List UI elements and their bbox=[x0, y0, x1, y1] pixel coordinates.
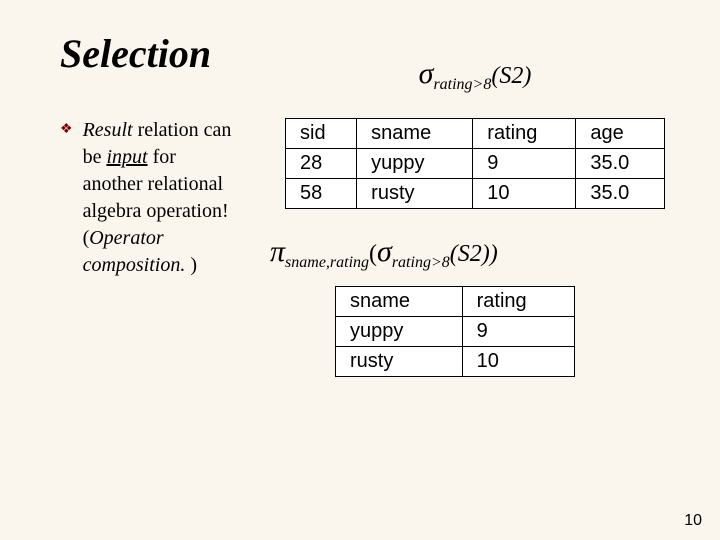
right-column: σrating>8(S2) sid sname rating age 28 yu… bbox=[270, 107, 680, 395]
slide-title: Selection bbox=[60, 30, 680, 77]
word-result: Result bbox=[83, 119, 133, 141]
cell: 28 bbox=[286, 148, 357, 178]
formula1-arg: (S2) bbox=[491, 63, 531, 89]
diamond-bullet-icon: ❖ bbox=[60, 121, 73, 138]
result-table-1: sid sname rating age 28 yuppy 9 35.0 58 … bbox=[285, 118, 665, 209]
table-row: sid sname rating age bbox=[286, 118, 665, 148]
phrase-operator-composition: Operator composition. bbox=[83, 227, 186, 276]
cell: 58 bbox=[286, 178, 357, 208]
bullet-frag-6: ) bbox=[185, 254, 197, 276]
bullet-item: ❖ Result relation can be input for anoth… bbox=[60, 117, 240, 279]
bullet-text: Result relation can be input for another… bbox=[83, 117, 240, 279]
cell: 35.0 bbox=[576, 148, 665, 178]
formula2-arg: (S2)) bbox=[450, 241, 498, 267]
cell: 35.0 bbox=[576, 178, 665, 208]
content-row: ❖ Result relation can be input for anoth… bbox=[60, 107, 680, 395]
cell: 9 bbox=[462, 316, 574, 346]
page-number: 10 bbox=[684, 512, 702, 530]
table-row: 28 yuppy 9 35.0 bbox=[286, 148, 665, 178]
left-column: ❖ Result relation can be input for anoth… bbox=[60, 107, 240, 395]
formula1-subscript: rating>8 bbox=[433, 76, 491, 93]
table-row: yuppy 9 bbox=[336, 316, 575, 346]
formula2-sigma-subscript: rating>8 bbox=[392, 254, 450, 271]
slide: Selection ❖ Result relation can be input… bbox=[0, 0, 720, 540]
formula2-wrap: πsname,rating(σrating>8(S2)) bbox=[270, 227, 680, 286]
cell: 10 bbox=[473, 178, 576, 208]
col-rating: rating bbox=[462, 286, 574, 316]
cell: yuppy bbox=[357, 148, 473, 178]
table-row: rusty 10 bbox=[336, 346, 575, 376]
cell: 9 bbox=[473, 148, 576, 178]
result-table-2: sname rating yuppy 9 rusty 10 bbox=[335, 286, 575, 377]
pi-symbol-icon: π bbox=[270, 235, 285, 268]
formula2-pi-subscript: sname,rating bbox=[285, 254, 369, 271]
col-age: age bbox=[576, 118, 665, 148]
word-input: input bbox=[106, 146, 147, 168]
col-sname: sname bbox=[336, 286, 463, 316]
cell: rusty bbox=[357, 178, 473, 208]
sigma-symbol-icon: σ bbox=[419, 57, 434, 90]
cell: rusty bbox=[336, 346, 463, 376]
formula2-open-paren: ( bbox=[369, 241, 377, 267]
col-sname: sname bbox=[357, 118, 473, 148]
table-row: 58 rusty 10 35.0 bbox=[286, 178, 665, 208]
sigma-symbol-icon: σ bbox=[377, 235, 392, 268]
cell: 10 bbox=[462, 346, 574, 376]
formula-selection: σrating>8(S2) bbox=[419, 57, 532, 94]
cell: yuppy bbox=[336, 316, 463, 346]
col-rating: rating bbox=[473, 118, 576, 148]
col-sid: sid bbox=[286, 118, 357, 148]
formula-projection-selection: πsname,rating(σrating>8(S2)) bbox=[270, 235, 680, 272]
table-row: sname rating bbox=[336, 286, 575, 316]
